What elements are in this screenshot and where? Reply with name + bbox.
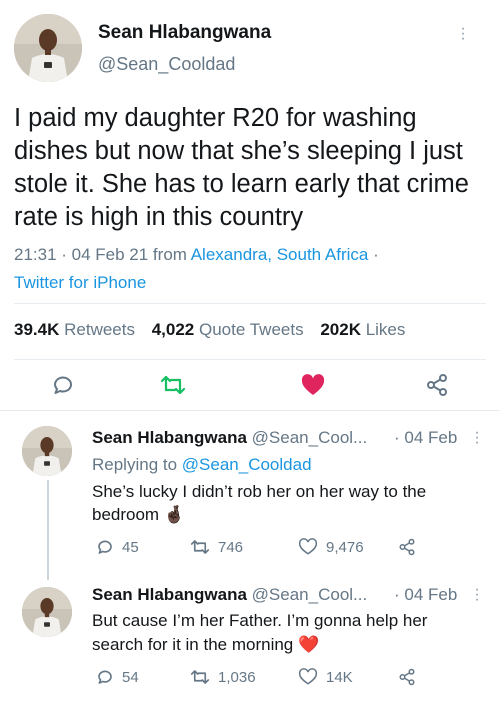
- reply-text-line: bedroom 🤞🏿: [92, 505, 186, 524]
- retweet-count: 1,036: [218, 668, 256, 686]
- reply-icon: [54, 376, 72, 394]
- retweet-button[interactable]: 1,036: [190, 668, 256, 686]
- author-handle[interactable]: @Sean_Cooldad: [98, 54, 235, 75]
- reply-text-line: search for it in the morning ❤️: [92, 635, 320, 654]
- reply-count: 54: [122, 668, 139, 686]
- like-icon: [298, 668, 318, 685]
- share-icon: [399, 668, 415, 686]
- divider: [14, 303, 486, 304]
- share-icon: [427, 374, 447, 396]
- reply-count: 45: [122, 538, 139, 556]
- reply-author[interactable]: Sean Hlabangwana @Sean_Cool...: [92, 428, 367, 448]
- more-icon[interactable]: · · ·: [474, 582, 480, 608]
- reply-button[interactable]: [48, 370, 78, 400]
- emoji: 🤞🏿: [163, 505, 186, 524]
- more-icon[interactable]: · · ·: [474, 425, 480, 451]
- tweet-time: 21:31 · 04 Feb 21 from: [14, 245, 191, 264]
- reply-button[interactable]: 54: [96, 668, 139, 686]
- retweet-button[interactable]: [158, 370, 188, 400]
- divider: [14, 359, 486, 360]
- reply-text-line: But cause I’m her Father. I’m gonna help…: [92, 611, 428, 630]
- tweet-stats: 39.4K Retweets 4,022 Quote Tweets 202K L…: [14, 320, 405, 340]
- tweet-text: I paid my daughter R20 for washing dishe…: [14, 104, 469, 231]
- like-count: 14K: [326, 668, 353, 686]
- like-count: 9,476: [326, 538, 364, 556]
- reply-date[interactable]: · 04 Feb: [394, 585, 457, 605]
- likes-stat[interactable]: 202K Likes: [320, 320, 405, 339]
- retweet-icon: [190, 670, 210, 684]
- replying-to-handle[interactable]: @Sean_Cooldad: [182, 455, 312, 474]
- avatar[interactable]: [22, 587, 72, 637]
- retweet-icon: [160, 375, 186, 395]
- retweet-count: 746: [218, 538, 244, 556]
- divider: [0, 410, 500, 411]
- more-icon[interactable]: · · ·: [460, 21, 466, 47]
- author-name[interactable]: Sean Hlabangwana: [98, 22, 271, 44]
- reply-date[interactable]: · 04 Feb: [394, 428, 457, 448]
- retweets-stat[interactable]: 39.4K Retweets: [14, 320, 135, 339]
- retweet-button[interactable]: 746: [190, 538, 243, 556]
- emoji: ❤️: [298, 635, 320, 654]
- share-button[interactable]: [422, 370, 452, 400]
- retweet-icon: [190, 540, 210, 554]
- meta-separator: ·: [368, 245, 379, 264]
- reply-icon: [98, 670, 112, 684]
- tweet-location[interactable]: Alexandra, South Africa: [191, 245, 369, 264]
- like-icon: [301, 374, 325, 395]
- quotes-stat[interactable]: 4,022 Quote Tweets: [152, 320, 304, 339]
- reply-button[interactable]: 45: [96, 538, 139, 556]
- share-icon: [399, 538, 415, 556]
- share-button[interactable]: [398, 538, 416, 556]
- like-button[interactable]: 9,476: [298, 538, 364, 556]
- replying-to: Replying to @Sean_Cooldad: [92, 455, 312, 474]
- avatar[interactable]: [22, 426, 72, 476]
- thread-line: [47, 480, 49, 580]
- tweet-client[interactable]: Twitter for iPhone: [14, 273, 146, 292]
- like-button[interactable]: 14K: [298, 668, 353, 686]
- avatar[interactable]: [14, 14, 82, 82]
- tweet-meta: 21:31 · 04 Feb 21 from Alexandra, South …: [14, 241, 486, 297]
- like-icon: [298, 538, 318, 555]
- reply-author[interactable]: Sean Hlabangwana @Sean_Cool...: [92, 585, 367, 605]
- reply-icon: [98, 540, 112, 554]
- like-button[interactable]: [298, 370, 328, 400]
- share-button[interactable]: [398, 668, 416, 686]
